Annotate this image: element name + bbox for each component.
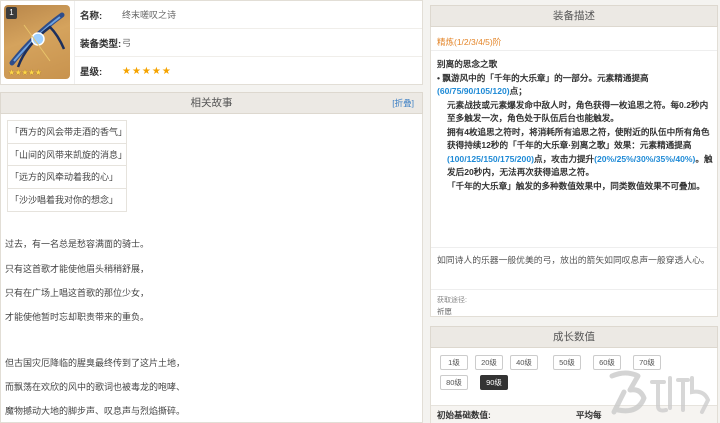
verse-line: 「沙沙唱着我对你的想念」 <box>10 194 119 205</box>
verse-box: 「西方的风会带走酒的香气」 「山间的风带来凯旋的消息」 「远方的风牵动着我的心」… <box>7 120 127 212</box>
growth-body: 1级 20级 40级 50级 60级 70级 80级 90级 初始基础数值: 平… <box>430 348 718 423</box>
story-section-header: 相关故事 [折叠] <box>0 92 423 114</box>
level-button-40[interactable]: 40级 <box>510 355 538 370</box>
level-button-70[interactable]: 70级 <box>633 355 661 370</box>
info-rows: 名称: 终末嗟叹之诗 装备类型: 弓 星级: ★★★★★ <box>74 1 422 84</box>
type-label: 装备类型: <box>80 38 122 50</box>
rarity-stars: ★★★★★ <box>122 65 172 77</box>
growth-table-header: 初始基础数值: 平均每 <box>431 405 717 423</box>
skill-name: 别离的思念之歌 <box>437 59 498 69</box>
passive-description: 别离的思念之歌 • 飘游风中的「千年的大乐章」的一部分。元素精通提高 (60/75… <box>437 58 713 193</box>
description-title: 装备描述 <box>553 10 595 22</box>
passive-line-4: 「千年的大乐章」触发的多种数值效果中，同类数值效果不可叠加。 <box>447 180 705 191</box>
text: 点，攻击力提升 <box>533 153 595 164</box>
name-label: 名称: <box>80 10 103 22</box>
type-row: 装备类型: 弓 <box>75 29 422 57</box>
description-body: 精炼(1/2/3/4/5)阶 别离的思念之歌 • 飘游风中的「千年的大乐章」的一… <box>430 27 718 317</box>
highlight-value: (20%/25%/30%/35%/40%) <box>594 153 696 164</box>
avg-growth-header: 平均每 <box>576 410 602 420</box>
level-button-90[interactable]: 90级 <box>480 375 508 390</box>
highlight-value: (60/75/90/105/120) <box>437 86 510 96</box>
level-button-20[interactable]: 20级 <box>475 355 503 370</box>
rarity-row: 星级: ★★★★★ <box>75 57 422 85</box>
level-button-80[interactable]: 80级 <box>440 375 468 390</box>
passive-line-1: • 飘游风中的「千年的大乐章」的一部分。元素精通提高 (60/75/90/105/… <box>437 72 713 99</box>
highlight-value: (100/125/150/175/200) <box>447 153 534 164</box>
passive-line-3: 拥有4枚追思之符时，将消耗所有追思之符，使附近的队伍中所有角色获得持续12秒的「… <box>437 126 713 180</box>
description-section-header: 装备描述 <box>430 5 718 27</box>
text: • 飘游风中的「千年的大乐章」的一部分。元素精通提高 <box>437 72 649 83</box>
fold-link[interactable]: [折叠] <box>392 93 414 113</box>
story-paragraph: 才能使他暂时忘却职责带来的重负。 <box>5 312 150 322</box>
story-paragraph: 只有在广场上唱这首歌的那位少女， <box>5 288 150 298</box>
weapon-image: 1 ★★★★★ <box>4 5 70 79</box>
level-button-1[interactable]: 1级 <box>440 355 468 370</box>
story-paragraph: 只有这首歌才能使他眉头稍稍舒展， <box>5 264 150 274</box>
refinement-label: 精炼(1/2/3/4/5)阶 <box>437 37 502 47</box>
text: 点； <box>509 86 527 96</box>
source-value: 祈愿 <box>437 307 452 316</box>
source-label: 获取途径: <box>437 297 467 304</box>
flavor-text: 如同诗人的乐器一般优美的弓，放出的箭矢如同叹息声一般穿透人心。 <box>437 255 710 265</box>
verse-line: 「山间的风带来凯旋的消息」 <box>8 144 127 166</box>
rarity-label: 星级: <box>80 67 103 78</box>
passive-line-2: 元素战技或元素爆发命中敌人时，角色获得一枚追思之符。每0.2秒内至多触发一次，角… <box>447 99 709 124</box>
level-button-50[interactable]: 50级 <box>553 355 581 370</box>
growth-title: 成长数值 <box>553 331 595 343</box>
divider <box>431 50 717 51</box>
name-value: 终末嗟叹之诗 <box>122 10 177 20</box>
base-stat-header: 初始基础数值: <box>437 410 491 420</box>
story-paragraph: 过去，有一名总是愁容满面的骑士。 <box>5 239 150 249</box>
story-paragraph: 而飘荡在欢欣的风中的歌词也被毒龙的咆哮、 <box>5 382 186 392</box>
image-rarity-stars: ★★★★★ <box>8 68 42 77</box>
name-row: 名称: 终末嗟叹之诗 <box>75 1 422 29</box>
text: 拥有4枚追思之符时，将消耗所有追思之符，使附近的队伍中所有角色获得持续12秒的「… <box>447 126 710 151</box>
verse-line: 「远方的风牵动着我的心」 <box>8 166 126 189</box>
divider <box>431 247 717 248</box>
story-title: 相关故事 <box>190 97 233 109</box>
level-badge: 1 <box>6 7 17 19</box>
story-paragraph: 魔物撼动大地的脚步声、叹息声与烈焰撕碎。 <box>5 406 186 416</box>
divider <box>431 289 717 290</box>
type-value: 弓 <box>122 38 132 48</box>
growth-section-header: 成长数值 <box>430 326 718 348</box>
story-body: 「西方的风会带走酒的香气」 「山间的风带来凯旋的消息」 「远方的风牵动着我的心」… <box>0 114 423 423</box>
story-paragraph: 但古国灾厄降临的腥臭最终传到了这片土地， <box>5 358 186 368</box>
verse-line: 「西方的风会带走酒的香气」 <box>8 121 127 144</box>
weapon-info-card: 1 ★★★★★ 名称: 终末嗟叹之诗 装备类型: 弓 星级: ★★★★★ <box>0 0 423 85</box>
level-button-60[interactable]: 60级 <box>593 355 621 370</box>
